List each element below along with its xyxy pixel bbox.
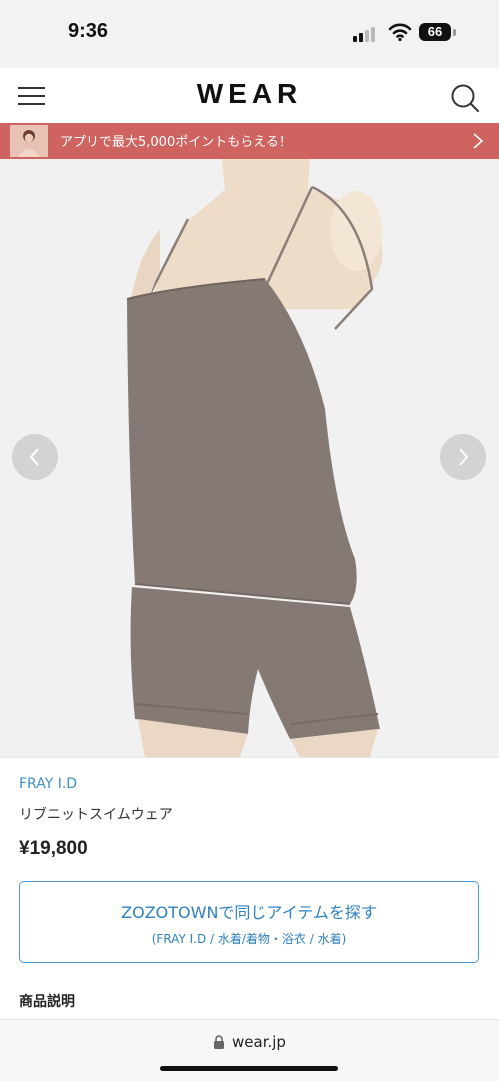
product-name: リブニットスイムウェア <box>19 807 173 823</box>
lock-icon <box>214 1035 224 1049</box>
status-time: 9:36 <box>68 20 109 42</box>
brand-link[interactable]: FRAY I.D <box>19 776 77 792</box>
battery-icon: 66 <box>419 23 451 41</box>
product-price: ¥19,800 <box>19 838 88 859</box>
chevron-right-icon <box>473 133 484 149</box>
promo-thumbnail <box>10 125 48 157</box>
gallery-prev-button[interactable] <box>12 434 58 480</box>
product-image-gallery[interactable] <box>0 159 499 757</box>
chevron-right-icon <box>459 448 469 466</box>
app-promo-banner[interactable]: アプリで最大5,000ポイントもらえる！ <box>0 123 499 159</box>
cellular-signal-icon <box>353 26 379 42</box>
product-photo <box>0 159 499 757</box>
battery-tip <box>453 29 456 36</box>
divider <box>0 757 499 758</box>
search-icon[interactable] <box>449 82 481 114</box>
wifi-icon <box>388 23 412 42</box>
zozotown-button-category: (FRAY I.D / 水着/着物・浴衣 / 水着) <box>151 932 347 946</box>
site-header: WEAR <box>0 68 499 123</box>
url-text[interactable]: wear.jp <box>232 1033 286 1051</box>
browser-address-bar[interactable]: wear.jp <box>0 1019 499 1081</box>
chevron-left-icon <box>29 448 39 466</box>
zozotown-search-button[interactable]: ZOZOTOWNで同じアイテムを探す (FRAY I.D / 水着/着物・浴衣 … <box>19 881 479 963</box>
product-description-heading: 商品説明 <box>19 994 75 1010</box>
status-bar: 9:36 66 <box>0 0 499 68</box>
promo-text: アプリで最大5,000ポイントもらえる！ <box>60 135 292 150</box>
site-logo[interactable]: WEAR <box>0 78 499 110</box>
zozotown-button-label: ZOZOTOWNで同じアイテムを探す <box>121 903 377 922</box>
home-indicator <box>160 1066 338 1071</box>
gallery-next-button[interactable] <box>440 434 486 480</box>
